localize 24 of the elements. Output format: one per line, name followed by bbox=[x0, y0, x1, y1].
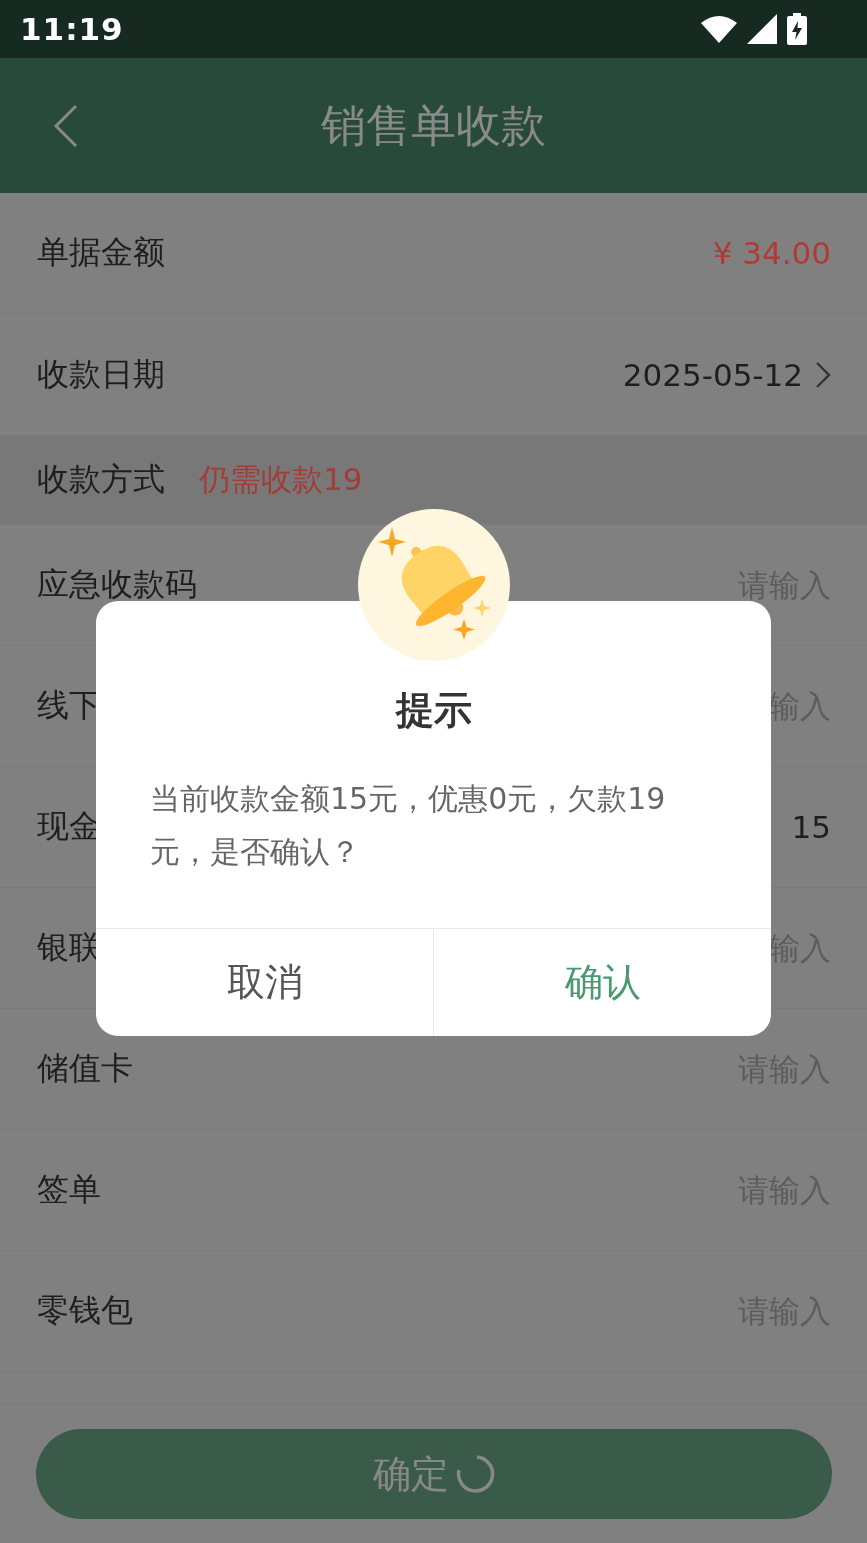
amount-value: ¥ 34.00 bbox=[712, 235, 831, 271]
dialog-title: 提示 bbox=[395, 687, 472, 734]
method-label: 储值卡 bbox=[37, 1048, 133, 1089]
confirm-button[interactable]: 确定 bbox=[35, 1429, 832, 1519]
chevron-right-icon[interactable] bbox=[815, 360, 831, 389]
wifi-icon bbox=[701, 15, 737, 43]
method-label: 零钱包 bbox=[37, 1290, 133, 1331]
method-label: 应急收款码 bbox=[37, 564, 197, 605]
row-label: 单据金额 bbox=[37, 232, 165, 273]
signal-icon bbox=[747, 14, 777, 44]
status-time: 11:19 bbox=[20, 11, 124, 47]
method-label: 签单 bbox=[37, 1169, 101, 1210]
method-label: 现金 bbox=[37, 806, 101, 847]
back-icon[interactable] bbox=[52, 103, 78, 148]
battery-icon bbox=[787, 13, 807, 45]
page-title: 销售单收款 bbox=[321, 97, 546, 154]
remaining-note: 仍需收款19 bbox=[199, 460, 363, 499]
section-label: 收款方式 bbox=[37, 459, 165, 500]
row-label: 收款日期 bbox=[37, 353, 165, 395]
date-value: 2025-05-12 bbox=[622, 356, 803, 393]
amount-input[interactable]: 15 bbox=[789, 809, 831, 845]
ok-button[interactable]: 确认 bbox=[433, 929, 771, 1036]
dialog-message: 当前收款金额15元，优惠0元，欠款19元，是否确认？ bbox=[149, 780, 667, 871]
bell-icon bbox=[358, 509, 510, 661]
